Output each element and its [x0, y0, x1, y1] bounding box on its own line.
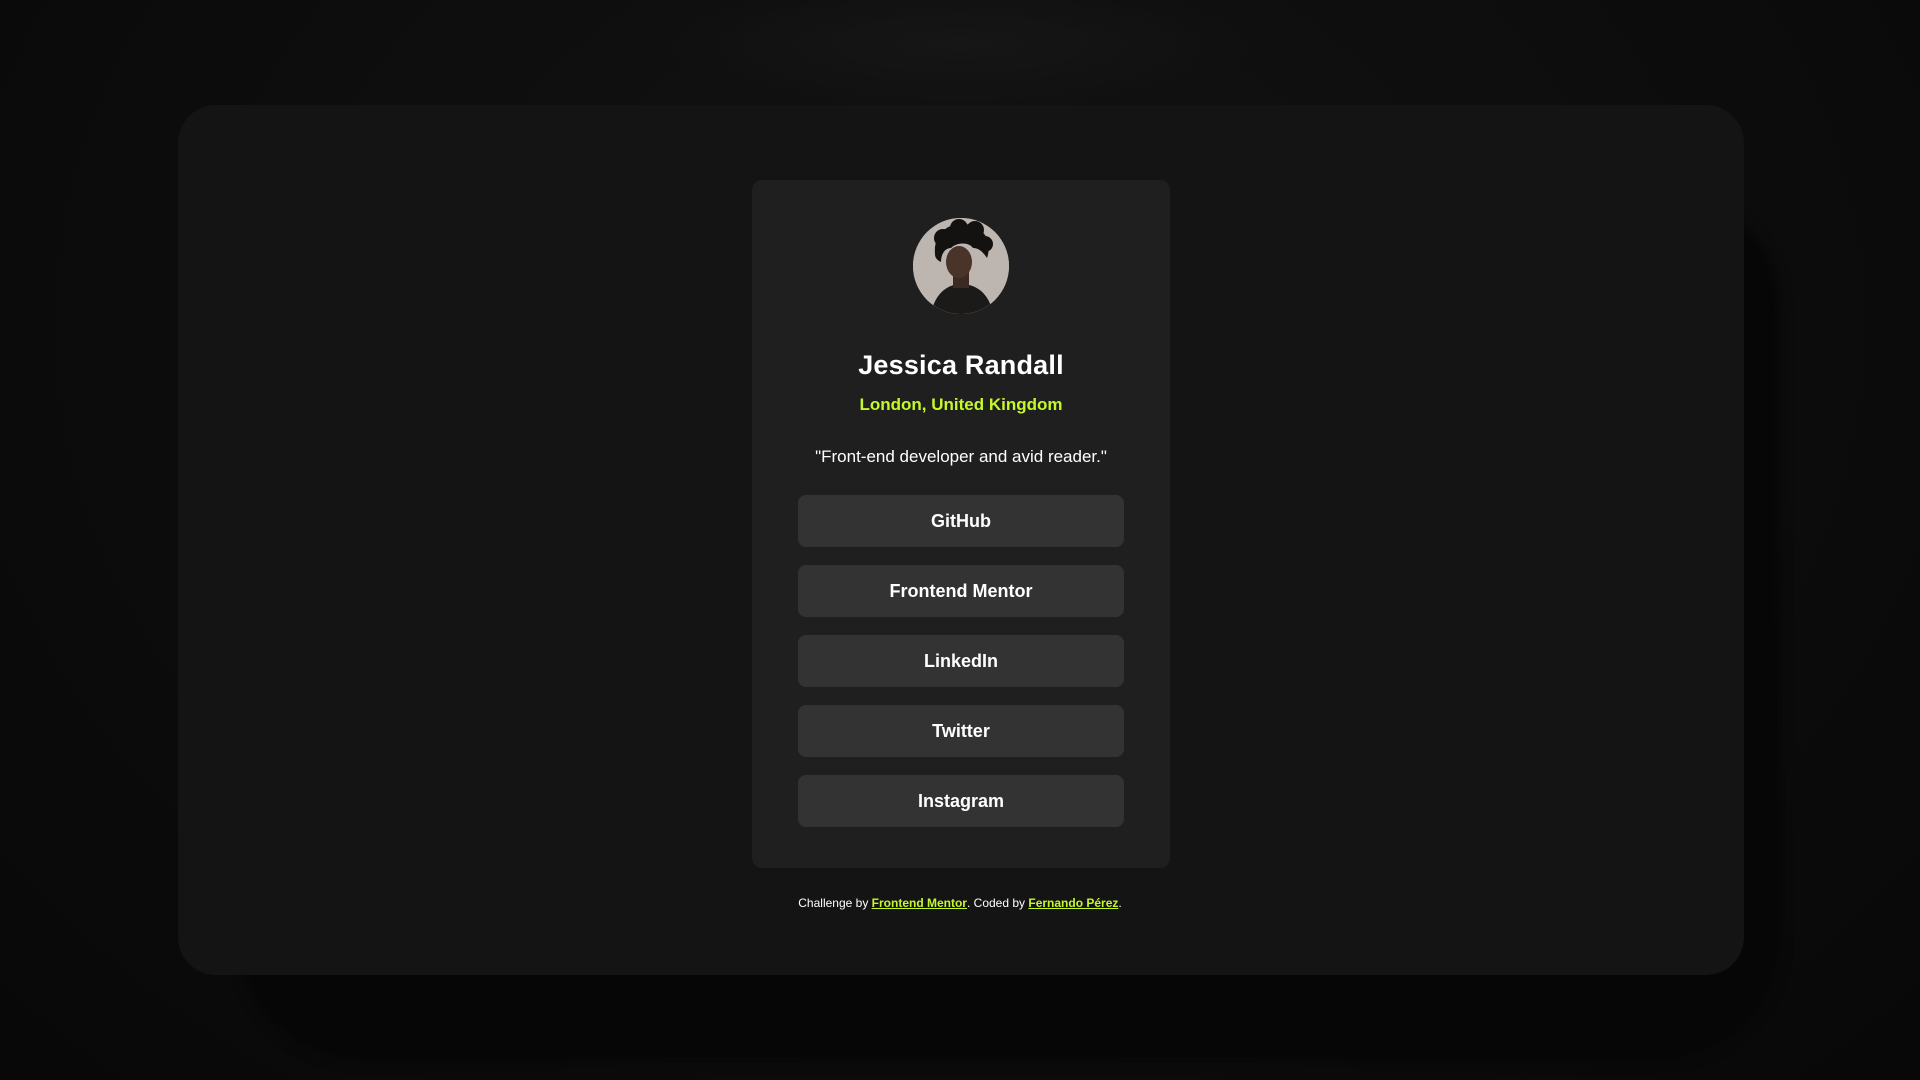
- instagram-link-button[interactable]: Instagram: [798, 775, 1124, 827]
- author-link[interactable]: Fernando Pérez: [1028, 896, 1118, 910]
- linkedin-link-button[interactable]: LinkedIn: [798, 635, 1124, 687]
- avatar: [913, 218, 1009, 314]
- frontend-mentor-link-button[interactable]: Frontend Mentor: [798, 565, 1124, 617]
- challenge-link[interactable]: Frontend Mentor: [872, 896, 967, 910]
- background-decoration: [660, 0, 1260, 110]
- profile-card: Jessica Randall London, United Kingdom "…: [752, 180, 1170, 868]
- attribution: Challenge by Frontend Mentor. Coded by F…: [0, 896, 1920, 910]
- profile-bio: "Front-end developer and avid reader.": [815, 447, 1107, 466]
- attribution-middle: . Coded by: [966, 896, 1029, 910]
- profile-photo-icon: [913, 218, 1009, 314]
- twitter-link-button[interactable]: Twitter: [798, 705, 1124, 757]
- social-links: GitHub Frontend Mentor LinkedIn Twitter …: [798, 495, 1124, 827]
- attribution-prefix: Challenge by: [798, 896, 872, 910]
- profile-location: London, United Kingdom: [859, 395, 1063, 414]
- attribution-suffix: .: [1118, 896, 1122, 910]
- github-link-button[interactable]: GitHub: [798, 495, 1124, 547]
- profile-name: Jessica Randall: [858, 350, 1064, 380]
